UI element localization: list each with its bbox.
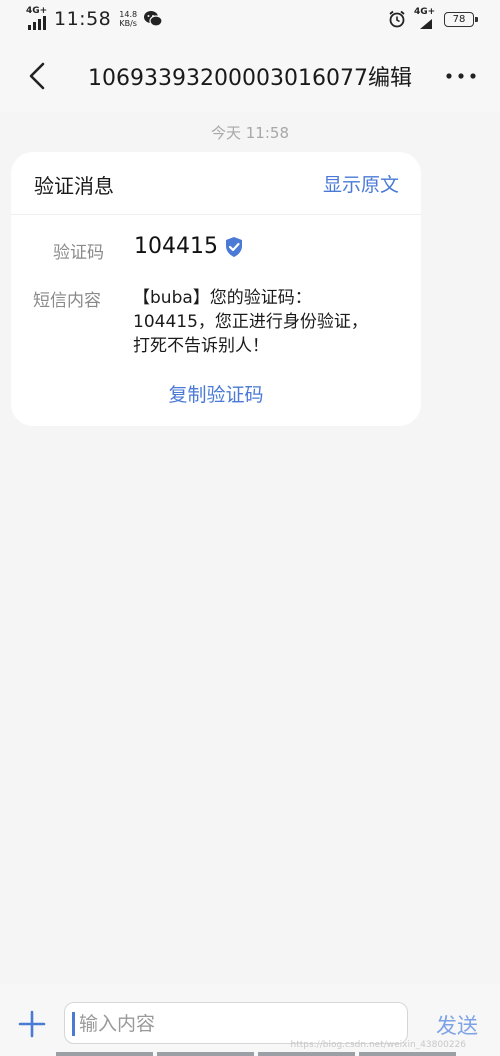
code-label: 验证码	[53, 243, 104, 263]
network-type-label: 4G+	[26, 6, 48, 16]
network-speed-unit: KB/s	[119, 19, 137, 28]
message-input[interactable]	[77, 1003, 401, 1045]
copy-code-button[interactable]: 复制验证码	[11, 380, 421, 407]
sms-line: 104415，您正进行身份验证，	[133, 312, 368, 332]
message-input-container[interactable]	[64, 1002, 408, 1045]
battery-level: 78	[452, 13, 466, 25]
status-bar: 4G+ 11:58 14.8 KB/s 4G+ 78	[0, 0, 500, 40]
verified-shield-icon	[225, 236, 242, 257]
conversation-header: 1069339320000301607​7编辑	[0, 40, 500, 112]
wechat-icon	[144, 11, 163, 27]
conversation-title: 1069339320000301607​7编辑	[88, 66, 412, 91]
card-title: 验证消息	[34, 174, 114, 198]
watermark: https://blog.csdn.net/weixin_43800226	[290, 1040, 466, 1050]
network-speed-value: 14.8	[119, 10, 138, 19]
add-attachment-icon[interactable]	[18, 1010, 46, 1038]
message-timestamp: 今天 11:58	[211, 124, 289, 142]
cellular-signal-right-icon: 4G+	[414, 7, 436, 29]
status-time: 11:58	[54, 8, 112, 30]
gesture-bar	[56, 1052, 456, 1056]
verification-message-card: 验证消息 显示原文 验证码 104415 短信内容 【buba】您的验证码： 1…	[11, 152, 421, 426]
card-header: 验证消息 显示原文	[11, 152, 421, 215]
more-options-icon[interactable]	[444, 66, 478, 86]
network-type-right-label: 4G+	[414, 7, 436, 17]
back-arrow-icon[interactable]	[24, 58, 54, 94]
sms-line: 【buba】您的验证码：	[133, 288, 312, 308]
cellular-signal-icon: 4G+	[26, 6, 48, 30]
sms-content-label: 短信内容	[33, 291, 101, 311]
sms-content: 【buba】您的验证码： 104415，您正进行身份验证， 打死不告诉别人！	[133, 286, 403, 358]
status-right: 4G+ 78	[388, 7, 478, 29]
battery-icon: 78	[444, 11, 478, 27]
sms-line: 打死不告诉别人！	[133, 336, 269, 356]
status-left: 4G+ 11:58 14.8 KB/s	[26, 6, 163, 30]
network-speed: 14.8 KB/s	[119, 10, 137, 28]
alarm-clock-icon	[389, 10, 405, 28]
show-original-button[interactable]: 显示原文	[323, 170, 399, 197]
verification-code-value: 104415	[134, 234, 218, 259]
verification-code: 104415	[134, 234, 244, 259]
send-button[interactable]: 发送	[436, 1010, 478, 1040]
text-cursor	[72, 1012, 75, 1036]
